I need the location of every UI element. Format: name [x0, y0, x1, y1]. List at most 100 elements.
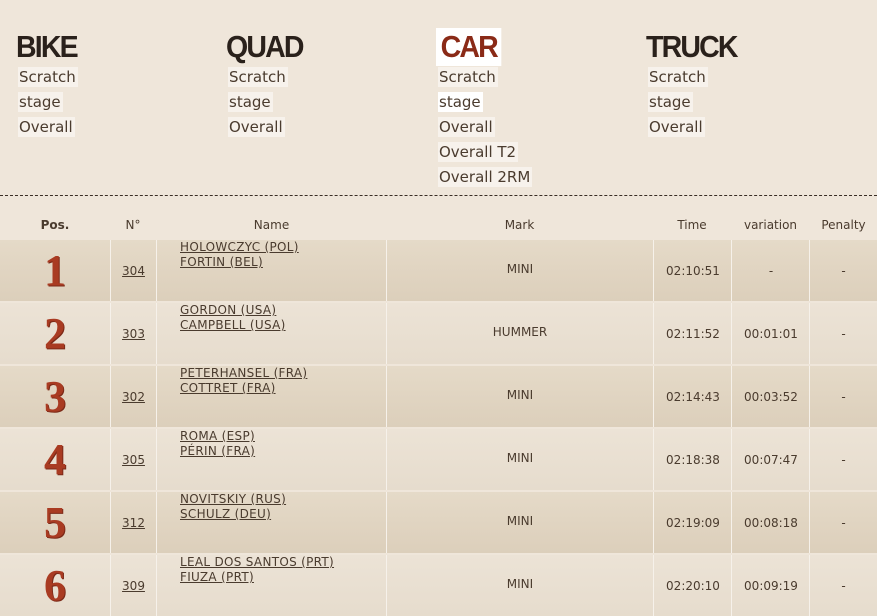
- codriver-link[interactable]: CAMPBELL (USA): [180, 318, 286, 333]
- bike-scratch-link[interactable]: Scratch: [18, 67, 78, 87]
- mark-text: MINI: [506, 514, 534, 528]
- category-title-quad[interactable]: QUAD: [226, 28, 304, 66]
- penalty-cell: -: [810, 240, 877, 301]
- car-overall-link[interactable]: Overall: [438, 117, 495, 137]
- codriver-link[interactable]: FORTIN (BEL): [180, 255, 263, 270]
- driver-link[interactable]: NOVITSKIY (RUS): [180, 492, 286, 507]
- header-variation: variation: [743, 218, 798, 232]
- pos-cell: 3: [0, 366, 110, 427]
- codriver-link[interactable]: PÉRIN (FRA): [180, 444, 255, 459]
- bike-overall-link[interactable]: Overall: [18, 117, 75, 137]
- variation-text: 00:01:01: [744, 326, 798, 341]
- car-number-link[interactable]: 309: [122, 579, 145, 593]
- penalty-cell: -: [810, 366, 877, 427]
- penalty-text: -: [841, 263, 846, 278]
- position-number: 3: [44, 371, 66, 421]
- variation-cell: 00:07:47: [732, 429, 810, 490]
- header-name: Name: [253, 218, 290, 232]
- time-text: 02:18:38: [666, 452, 720, 467]
- position-number: 5: [44, 497, 66, 547]
- time-text: 02:20:10: [666, 578, 720, 593]
- driver-link[interactable]: ROMA (ESP): [180, 429, 255, 444]
- position-number: 2: [44, 308, 66, 358]
- table-row: 2 303 GORDON (USA) CAMPBELL (USA) HUMMER 02:1…: [0, 303, 877, 364]
- codriver-link[interactable]: FIUZA (PRT): [180, 570, 254, 585]
- name-cell: HOLOWCZYC (POL) FORTIN (BEL): [180, 240, 385, 301]
- quad-overall-link[interactable]: Overall: [228, 117, 285, 137]
- driver-link[interactable]: LEAL DOS SANTOS (PRT): [180, 555, 334, 570]
- car-number-link[interactable]: 312: [122, 516, 145, 530]
- category-quad: QUAD Scratch stage Overall: [226, 28, 311, 142]
- truck-overall-link[interactable]: Overall: [648, 117, 705, 137]
- name-cell: NOVITSKIY (RUS) SCHULZ (DEU): [180, 492, 385, 553]
- category-car: CAR Scratch stage Overall Overall T2 Ove…: [436, 28, 533, 192]
- quad-scratch-link[interactable]: Scratch: [228, 67, 288, 87]
- pos-cell: 2: [0, 303, 110, 364]
- category-title-car[interactable]: CAR: [436, 28, 502, 66]
- car-number-link[interactable]: 305: [122, 453, 145, 467]
- penalty-cell: -: [810, 492, 877, 553]
- pos-cell: 5: [0, 492, 110, 553]
- column-separator: [156, 303, 157, 364]
- car-scratch-link[interactable]: Scratch: [438, 67, 498, 87]
- variation-cell: 00:08:18: [732, 492, 810, 553]
- pos-cell: 4: [0, 429, 110, 490]
- mark-text: MINI: [506, 262, 534, 276]
- column-separator: [156, 429, 157, 490]
- variation-text: 00:09:19: [744, 578, 798, 593]
- mark-cell: MINI: [387, 555, 653, 616]
- penalty-text: -: [841, 389, 846, 404]
- car-overall-t2-link[interactable]: Overall T2: [438, 142, 519, 162]
- driver-link[interactable]: PETERHANSEL (FRA): [180, 366, 307, 381]
- category-links-truck: Scratch stage Overall: [648, 67, 747, 137]
- codriver-link[interactable]: SCHULZ (DEU): [180, 507, 271, 522]
- category-title-bike[interactable]: BIKE: [16, 28, 79, 66]
- car-number-link[interactable]: 302: [122, 390, 145, 404]
- header-number: N°: [125, 218, 141, 232]
- category-bike: BIKE Scratch stage Overall: [16, 28, 84, 142]
- penalty-cell: -: [810, 555, 877, 616]
- column-separator: [156, 240, 157, 301]
- penalty-text: -: [841, 578, 846, 593]
- mark-text: MINI: [506, 388, 534, 402]
- quad-stage-link[interactable]: stage: [228, 92, 273, 112]
- position-number: 1: [44, 245, 66, 295]
- variation-text: -: [768, 263, 774, 278]
- table-row: 5 312 NOVITSKIY (RUS) SCHULZ (DEU) MINI 02:19…: [0, 492, 877, 553]
- car-stage-link[interactable]: stage: [438, 92, 483, 112]
- driver-link[interactable]: HOLOWCZYC (POL): [180, 240, 299, 255]
- header-penalty: Penalty: [821, 218, 866, 232]
- mark-text: HUMMER: [492, 325, 548, 339]
- variation-cell: -: [732, 240, 810, 301]
- variation-cell: 00:09:19: [732, 555, 810, 616]
- time-text: 02:11:52: [666, 326, 720, 341]
- penalty-cell: -: [810, 429, 877, 490]
- table-row: 1 304 HOLOWCZYC (POL) FORTIN (BEL) MINI 02:10…: [0, 240, 877, 301]
- codriver-link[interactable]: COTTRET (FRA): [180, 381, 276, 396]
- time-cell: 02:10:51: [654, 240, 732, 301]
- column-separator: [156, 492, 157, 553]
- name-cell: GORDON (USA) CAMPBELL (USA): [180, 303, 385, 364]
- truck-stage-link[interactable]: stage: [648, 92, 693, 112]
- car-number-link[interactable]: 303: [122, 327, 145, 341]
- car-overall-2rm-link[interactable]: Overall 2RM: [438, 167, 533, 187]
- mark-cell: MINI: [387, 366, 653, 427]
- mark-text: MINI: [506, 577, 534, 591]
- column-separator: [156, 366, 157, 427]
- time-cell: 02:19:09: [654, 492, 732, 553]
- category-truck: TRUCK Scratch stage Overall: [646, 28, 747, 142]
- number-cell: 303: [111, 303, 156, 364]
- number-cell: 302: [111, 366, 156, 427]
- car-number-link[interactable]: 304: [122, 264, 145, 278]
- category-links-bike: Scratch stage Overall: [18, 67, 84, 137]
- category-nav: BIKE Scratch stage Overall QUAD Scratch …: [0, 0, 877, 196]
- header-time: Time: [677, 218, 707, 232]
- mark-cell: HUMMER: [387, 303, 653, 364]
- number-cell: 312: [111, 492, 156, 553]
- bike-stage-link[interactable]: stage: [18, 92, 63, 112]
- truck-scratch-link[interactable]: Scratch: [648, 67, 708, 87]
- name-cell: LEAL DOS SANTOS (PRT) FIUZA (PRT): [180, 555, 385, 616]
- category-title-truck[interactable]: TRUCK: [646, 28, 738, 66]
- section-divider: [0, 195, 877, 196]
- driver-link[interactable]: GORDON (USA): [180, 303, 276, 318]
